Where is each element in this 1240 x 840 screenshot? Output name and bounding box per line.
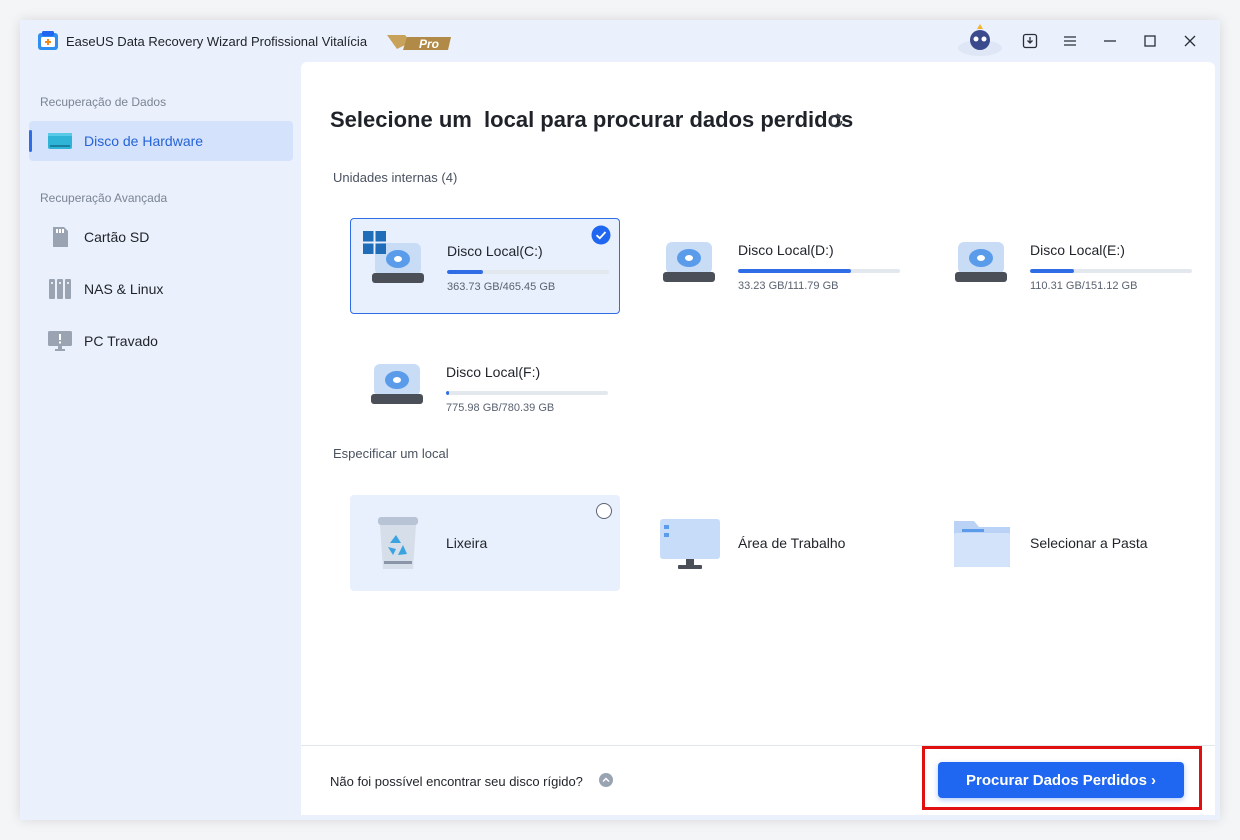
nas-icon [49, 279, 71, 299]
sidebar-section-advanced-recovery: Recuperação Avançada [40, 191, 168, 205]
drive-name: Disco Local(C:) [447, 243, 543, 259]
hard-disk-icon [663, 242, 715, 282]
sidebar-item-crashed-pc[interactable]: PC Travado [29, 321, 293, 361]
location-label: Lixeira [446, 535, 488, 551]
close-icon [1184, 35, 1196, 47]
pro-badge-label: Pro [419, 37, 439, 51]
scan-button-label: Procurar Dados Perdidos [966, 771, 1147, 789]
pro-badge: Pro [387, 35, 451, 51]
disk-not-found-text: Não foi possível encontrar seu disco ríg… [330, 774, 583, 789]
sidebar: Recuperação de Dados Disco de Hardware R… [20, 62, 300, 820]
minimize-button[interactable] [1100, 31, 1120, 51]
drive-size: 33.23 GB/111.79 GB [738, 280, 839, 292]
location-label: Área de Trabalho [738, 535, 846, 551]
drive-usage-bar [1030, 269, 1192, 273]
hard-disk-icon [955, 242, 1007, 282]
scan-lost-data-button[interactable]: Procurar Dados Perdidos › [938, 762, 1184, 798]
specify-location-label: Especificar um local [333, 446, 449, 461]
folder-icon [954, 521, 1010, 567]
drive-usage-fill [446, 391, 450, 395]
sidebar-item-label: Cartão SD [84, 229, 150, 245]
sidebar-item-label: NAS & Linux [84, 281, 164, 297]
app-logo-icon [38, 31, 58, 50]
drive-name: Disco Local(D:) [738, 242, 834, 258]
drive-usage-fill [447, 270, 483, 274]
drive-card-d[interactable]: Disco Local(D:) 33.23 GB/111.79 GB [642, 218, 912, 314]
download-button[interactable] [1020, 31, 1040, 51]
chevron-up-circle-icon[interactable] [599, 773, 613, 787]
checkmark-icon [591, 225, 611, 245]
download-icon [1022, 33, 1038, 49]
sidebar-item-nas-linux[interactable]: NAS & Linux [29, 269, 293, 309]
drive-card-e[interactable]: Disco Local(E:) 110.31 GB/151.12 GB [934, 218, 1204, 314]
drive-size: 363.73 GB/465.45 GB [447, 281, 556, 293]
app-window: EaseUS Data Recovery Wizard Profissional… [20, 20, 1220, 820]
drive-usage-bar [447, 270, 609, 274]
desktop-icon [660, 519, 720, 569]
drive-usage-fill [1030, 269, 1074, 273]
drive-card-c[interactable]: Disco Local(C:) 363.73 GB/465.45 GB [350, 218, 620, 314]
sidebar-item-hardware-disk[interactable]: Disco de Hardware [29, 121, 293, 161]
drive-size: 110.31 GB/151.12 GB [1030, 280, 1138, 292]
minimize-icon [1104, 40, 1116, 42]
internal-drives-label: Unidades internas (4) [333, 170, 458, 185]
sidebar-item-sd-card[interactable]: Cartão SD [29, 217, 293, 257]
chevron-right-icon: › [1150, 771, 1156, 789]
drive-usage-bar [446, 391, 608, 395]
main-panel: Selecione um local para procurar dados p… [301, 62, 1215, 815]
sidebar-item-label: PC Travado [84, 333, 158, 349]
drive-card-f[interactable]: Disco Local(F:) 775.98 GB/780.39 GB [350, 340, 620, 436]
sidebar-item-label: Disco de Hardware [84, 133, 204, 149]
maximize-button[interactable] [1140, 31, 1160, 51]
location-desktop[interactable]: Área de Trabalho [642, 495, 912, 591]
hard-disk-icon [371, 364, 423, 404]
crashed-pc-icon [48, 331, 72, 351]
location-label: Selecionar a Pasta [1030, 535, 1148, 551]
hard-drive-icon [48, 133, 72, 149]
recycle-bin-icon [378, 517, 418, 569]
location-select-folder[interactable]: Selecionar a Pasta [934, 495, 1204, 591]
close-button[interactable] [1180, 31, 1200, 51]
sd-card-icon [53, 227, 68, 247]
windows-logo-icon [363, 231, 386, 254]
location-radio[interactable] [596, 503, 612, 519]
location-recycle-bin[interactable]: Lixeira [350, 495, 620, 591]
drive-usage-fill [738, 269, 852, 273]
hamburger-icon [1064, 36, 1076, 46]
title-bar: EaseUS Data Recovery Wizard Profissional… [20, 20, 1220, 62]
app-title: EaseUS Data Recovery Wizard Profissional… [66, 34, 368, 49]
assistant-avatar-icon[interactable] [957, 24, 1003, 56]
refresh-icon[interactable] [826, 111, 846, 131]
menu-button[interactable] [1060, 31, 1080, 51]
drive-name: Disco Local(E:) [1030, 242, 1125, 258]
drive-name: Disco Local(F:) [446, 364, 541, 380]
drive-size: 775.98 GB/780.39 GB [446, 402, 555, 414]
sidebar-section-data-recovery: Recuperação de Dados [40, 95, 167, 109]
maximize-icon [1144, 35, 1156, 47]
page-title: Selecione um local para procurar dados p… [330, 107, 854, 132]
drive-usage-bar [738, 269, 900, 273]
